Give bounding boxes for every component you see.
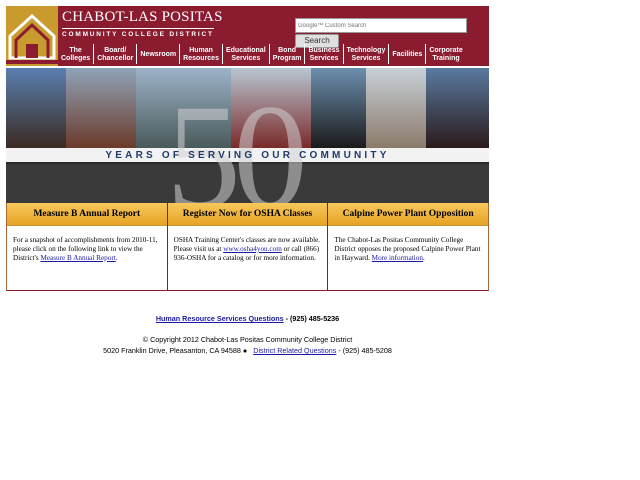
- feature-text: .: [422, 254, 425, 262]
- nav-label: Facilities: [392, 51, 423, 58]
- anniversary-tagline: YEARS OF SERVING OUR COMMUNITY: [105, 150, 390, 161]
- nav-label: Services: [309, 55, 339, 62]
- feature-body: OSHA Training Center's classes are now a…: [168, 226, 328, 263]
- nav-label: Technology: [346, 47, 386, 54]
- campus-photo: [366, 68, 426, 148]
- hero-banner: 50 YEARS OF SERVING OUR COMMUNITY: [6, 68, 489, 203]
- nav-item-board-chancellor[interactable]: Board/Chancellor: [93, 44, 136, 64]
- feature-columns: Measure B Annual Report For a snapshot o…: [6, 203, 489, 291]
- district-logo[interactable]: [6, 6, 58, 66]
- nav-label: Program: [272, 55, 302, 62]
- nav-label: Bond: [278, 47, 296, 54]
- osha-website-link[interactable]: www.osha4you.com: [223, 245, 282, 253]
- title-area[interactable]: CHABOT-LAS POSITAS COMMUNITY COLLEGE DIS…: [58, 6, 228, 46]
- nav-item-colleges[interactable]: The Colleges: [58, 44, 93, 64]
- feature-text: .: [115, 254, 118, 262]
- nav-label: Corporate: [429, 47, 463, 54]
- anniversary-number: 50: [166, 74, 308, 203]
- graduate-photo: [426, 68, 489, 148]
- page-container: CHABOT-LAS POSITAS COMMUNITY COLLEGE DIS…: [6, 6, 489, 291]
- nav-label: Resources: [183, 55, 219, 62]
- address-line: 5020 Franklin Drive, Pleasanton, CA 9458…: [0, 346, 495, 355]
- feature-measure-b: Measure B Annual Report For a snapshot o…: [7, 203, 167, 290]
- address-text: 5020 Franklin Drive, Pleasanton, CA 9458…: [103, 346, 248, 355]
- site-header: CHABOT-LAS POSITAS COMMUNITY COLLEGE DIS…: [6, 6, 489, 66]
- nav-item-human-resources[interactable]: Human Resources: [179, 44, 222, 64]
- feature-body: The Chabot-Las Positas Community College…: [328, 226, 488, 263]
- nav-item-business-services[interactable]: Business Services: [304, 44, 342, 64]
- student-photo: [6, 68, 66, 148]
- nav-label: Training: [432, 55, 460, 62]
- nav-item-technology-services[interactable]: Technology Services: [342, 44, 389, 64]
- nav-label: Newsroom: [140, 51, 177, 58]
- feature-heading: Measure B Annual Report: [7, 203, 167, 226]
- nav-item-corporate-training[interactable]: Corporate Training: [425, 44, 465, 64]
- nav-label: Colleges: [61, 55, 91, 62]
- calpine-more-info-link[interactable]: More information: [372, 254, 423, 262]
- graduate-photo: [311, 68, 366, 148]
- feature-body: For a snapshot of accomplishments from 2…: [7, 226, 167, 263]
- main-nav: The Colleges Board/Chancellor Newsroom Hu…: [58, 44, 466, 66]
- copyright-text: © Copyright 2012 Chabot-Las Positas Comm…: [142, 335, 353, 344]
- student-photo: [66, 68, 136, 148]
- search-input[interactable]: [295, 18, 467, 33]
- hr-questions-link[interactable]: Human Resource Services Questions: [156, 314, 284, 323]
- nav-item-newsroom[interactable]: Newsroom: [136, 44, 179, 64]
- feature-osha: Register Now for OSHA Classes OSHA Train…: [166, 203, 328, 290]
- page-footer: Human Resource Services Questions - (925…: [0, 314, 495, 355]
- nav-label: The: [69, 47, 82, 54]
- nav-label: Business: [308, 47, 340, 54]
- nav-label: Educational: [225, 47, 266, 54]
- nav-label: Board/: [104, 47, 127, 54]
- nav-label: Human: [189, 47, 213, 54]
- district-questions-link[interactable]: District Related Questions: [253, 346, 336, 355]
- site-title: CHABOT-LAS POSITAS: [62, 9, 223, 25]
- hr-contact-line: Human Resource Services Questions - (925…: [0, 314, 495, 323]
- feature-calpine: Calpine Power Plant Opposition The Chabo…: [327, 203, 489, 290]
- logo-emblem-icon: [6, 6, 58, 66]
- nav-label: Services: [351, 55, 381, 62]
- nav-label: Services: [231, 55, 261, 62]
- nav-item-educational-services[interactable]: Educational Services: [221, 44, 269, 64]
- nav-item-facilities[interactable]: Facilities: [388, 44, 425, 64]
- nav-item-bond-program[interactable]: Bond Program: [268, 44, 305, 64]
- measure-b-report-link[interactable]: Measure B Annual Report: [40, 254, 115, 262]
- feature-heading: Calpine Power Plant Opposition: [328, 203, 489, 226]
- nav-label: Chancellor: [97, 55, 134, 62]
- district-phone: - (925) 485-5208: [336, 346, 392, 355]
- hr-phone: - (925) 485-5236: [283, 314, 340, 323]
- site-subtitle: COMMUNITY COLLEGE DISTRICT: [62, 28, 214, 38]
- feature-heading: Register Now for OSHA Classes: [167, 203, 328, 226]
